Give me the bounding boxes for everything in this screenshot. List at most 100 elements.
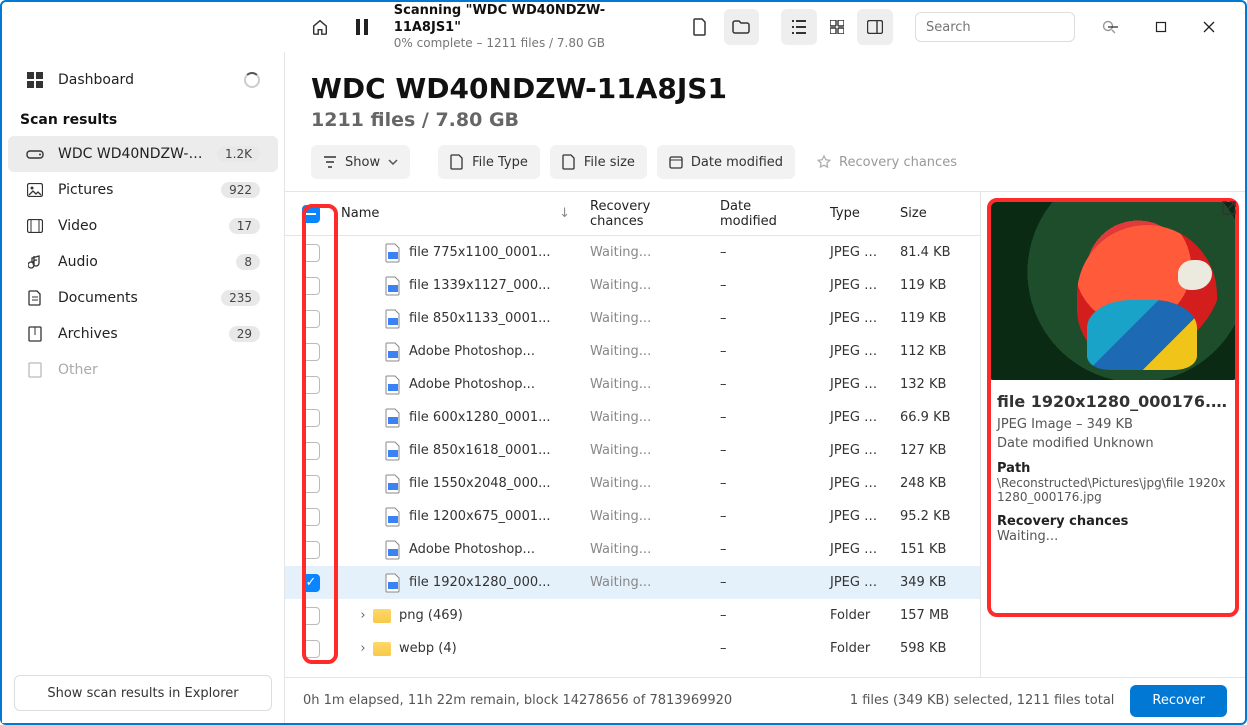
table-row[interactable]: Adobe Photoshop...Waiting...–JPEG Im...1… bbox=[285, 533, 980, 566]
filter-file-size[interactable]: File size bbox=[550, 145, 647, 179]
row-checkbox[interactable] bbox=[302, 376, 320, 394]
count-badge: 8 bbox=[236, 254, 260, 270]
file-icon[interactable] bbox=[682, 9, 718, 45]
sidebar-item-drive[interactable]: WDC WD40NDZW-11A... 1.2K bbox=[8, 136, 278, 172]
close-button[interactable] bbox=[1187, 11, 1231, 43]
row-checkbox[interactable] bbox=[302, 244, 320, 262]
row-size: 157 MB bbox=[890, 608, 980, 623]
view-grid-icon[interactable] bbox=[819, 9, 855, 45]
row-recovery: Waiting... bbox=[580, 377, 710, 392]
table-row[interactable]: file 850x1618_0001...Waiting...–JPEG Im.… bbox=[285, 434, 980, 467]
row-recovery: Waiting... bbox=[580, 344, 710, 359]
sidebar-item-pictures[interactable]: Pictures 922 bbox=[8, 172, 278, 208]
select-all-checkbox[interactable] bbox=[302, 205, 320, 223]
sidebar-item-label: Other bbox=[58, 362, 260, 378]
table-row[interactable]: Adobe Photoshop...Waiting...–JPEG Im...1… bbox=[285, 335, 980, 368]
folder-icon[interactable] bbox=[724, 9, 760, 45]
row-recovery: Waiting... bbox=[580, 278, 710, 293]
col-date[interactable]: Date modified bbox=[710, 199, 820, 229]
row-type: Folder bbox=[820, 641, 890, 656]
row-name: file 1339x1127_000... bbox=[409, 278, 551, 293]
sidebar-dashboard[interactable]: Dashboard bbox=[8, 62, 278, 98]
table-header: Name↓ Recovery chances Date modified Typ… bbox=[285, 192, 980, 236]
row-checkbox[interactable] bbox=[302, 541, 320, 559]
sidebar-item-audio[interactable]: Audio 8 bbox=[8, 244, 278, 280]
row-type: JPEG Im... bbox=[820, 575, 890, 590]
scan-status: Scanning "WDC WD40NDZW-11A8JS1" 0% compl… bbox=[394, 3, 670, 51]
row-size: 119 KB bbox=[890, 311, 980, 326]
table-row[interactable]: Adobe Photoshop...Waiting...–JPEG Im...1… bbox=[285, 368, 980, 401]
jpeg-file-icon bbox=[385, 342, 401, 362]
row-recovery: Waiting... bbox=[580, 509, 710, 524]
row-type: JPEG Im... bbox=[820, 278, 890, 293]
search-field[interactable] bbox=[926, 20, 1096, 35]
other-icon bbox=[26, 362, 44, 378]
table-row[interactable]: ›png (469)–Folder157 MB bbox=[285, 599, 980, 632]
table-row[interactable]: ✓file 1920x1280_000...Waiting...–JPEG Im… bbox=[285, 566, 980, 599]
row-checkbox[interactable] bbox=[302, 640, 320, 658]
row-date: – bbox=[710, 542, 820, 557]
table-row[interactable]: file 1200x675_0001...Waiting...–JPEG Im.… bbox=[285, 500, 980, 533]
home-icon[interactable] bbox=[302, 9, 338, 45]
row-date: – bbox=[710, 245, 820, 260]
row-type: JPEG Im... bbox=[820, 377, 890, 392]
row-checkbox[interactable] bbox=[302, 310, 320, 328]
col-recovery[interactable]: Recovery chances bbox=[580, 199, 710, 229]
preview-image bbox=[989, 200, 1237, 380]
table-row[interactable]: file 1550x2048_000...Waiting...–JPEG Im.… bbox=[285, 467, 980, 500]
recover-button[interactable]: Recover bbox=[1130, 685, 1227, 717]
row-size: 119 KB bbox=[890, 278, 980, 293]
table-row[interactable]: file 600x1280_0001...Waiting...–JPEG Im.… bbox=[285, 401, 980, 434]
view-panel-icon[interactable] bbox=[857, 9, 893, 45]
view-list-icon[interactable] bbox=[781, 9, 817, 45]
row-type: Folder bbox=[820, 608, 890, 623]
filter-recovery-chances[interactable]: Recovery chances bbox=[805, 145, 969, 179]
popout-icon[interactable] bbox=[1221, 200, 1237, 216]
row-checkbox[interactable] bbox=[302, 343, 320, 361]
sidebar-item-video[interactable]: Video 17 bbox=[8, 208, 278, 244]
row-type: JPEG Im... bbox=[820, 476, 890, 491]
page-subtitle: 1211 files / 7.80 GB bbox=[311, 109, 1219, 131]
row-checkbox[interactable]: ✓ bbox=[302, 574, 320, 592]
sidebar-item-archives[interactable]: Archives 29 bbox=[8, 316, 278, 352]
row-name: file 1550x2048_000... bbox=[409, 476, 551, 491]
preview-meta: JPEG Image – 349 KB bbox=[997, 417, 1229, 432]
row-checkbox[interactable] bbox=[302, 409, 320, 427]
drive-icon bbox=[26, 148, 44, 160]
col-size[interactable]: Size bbox=[890, 206, 980, 221]
row-checkbox[interactable] bbox=[302, 442, 320, 460]
pause-icon[interactable] bbox=[344, 9, 380, 45]
sidebar-item-other[interactable]: Other bbox=[8, 352, 278, 388]
row-size: 81.4 KB bbox=[890, 245, 980, 260]
jpeg-file-icon bbox=[385, 507, 401, 527]
search-input[interactable] bbox=[915, 12, 1075, 42]
col-name[interactable]: Name↓ bbox=[331, 206, 580, 221]
loading-spinner-icon bbox=[244, 72, 260, 88]
footer-selection: 1 files (349 KB) selected, 1211 files to… bbox=[850, 693, 1115, 708]
file-type-label: File Type bbox=[472, 155, 528, 170]
row-recovery: Waiting... bbox=[580, 443, 710, 458]
expand-icon[interactable]: › bbox=[355, 608, 371, 623]
row-checkbox[interactable] bbox=[302, 277, 320, 295]
scan-subtitle: 0% complete – 1211 files / 7.80 GB bbox=[394, 36, 670, 51]
show-in-explorer-button[interactable]: Show scan results in Explorer bbox=[14, 675, 272, 711]
row-checkbox[interactable] bbox=[302, 508, 320, 526]
maximize-button[interactable] bbox=[1139, 11, 1183, 43]
table-row[interactable]: file 775x1100_0001...Waiting...–JPEG Im.… bbox=[285, 236, 980, 269]
table-row[interactable]: file 1339x1127_000...Waiting...–JPEG Im.… bbox=[285, 269, 980, 302]
row-name: file 775x1100_0001... bbox=[409, 245, 551, 260]
table-row[interactable]: ›webp (4)–Folder598 KB bbox=[285, 632, 980, 665]
col-type[interactable]: Type bbox=[820, 206, 890, 221]
pictures-icon bbox=[26, 183, 44, 197]
show-dropdown[interactable]: Show bbox=[311, 145, 410, 179]
expand-icon[interactable]: › bbox=[355, 641, 371, 656]
table-row[interactable]: file 850x1133_0001...Waiting...–JPEG Im.… bbox=[285, 302, 980, 335]
row-checkbox[interactable] bbox=[302, 607, 320, 625]
filter-date-modified[interactable]: Date modified bbox=[657, 145, 795, 179]
sidebar-item-label: Documents bbox=[58, 290, 207, 306]
filter-file-type[interactable]: File Type bbox=[438, 145, 540, 179]
minimize-button[interactable] bbox=[1091, 11, 1135, 43]
row-checkbox[interactable] bbox=[302, 475, 320, 493]
row-name: file 850x1618_0001... bbox=[409, 443, 551, 458]
sidebar-item-documents[interactable]: Documents 235 bbox=[8, 280, 278, 316]
